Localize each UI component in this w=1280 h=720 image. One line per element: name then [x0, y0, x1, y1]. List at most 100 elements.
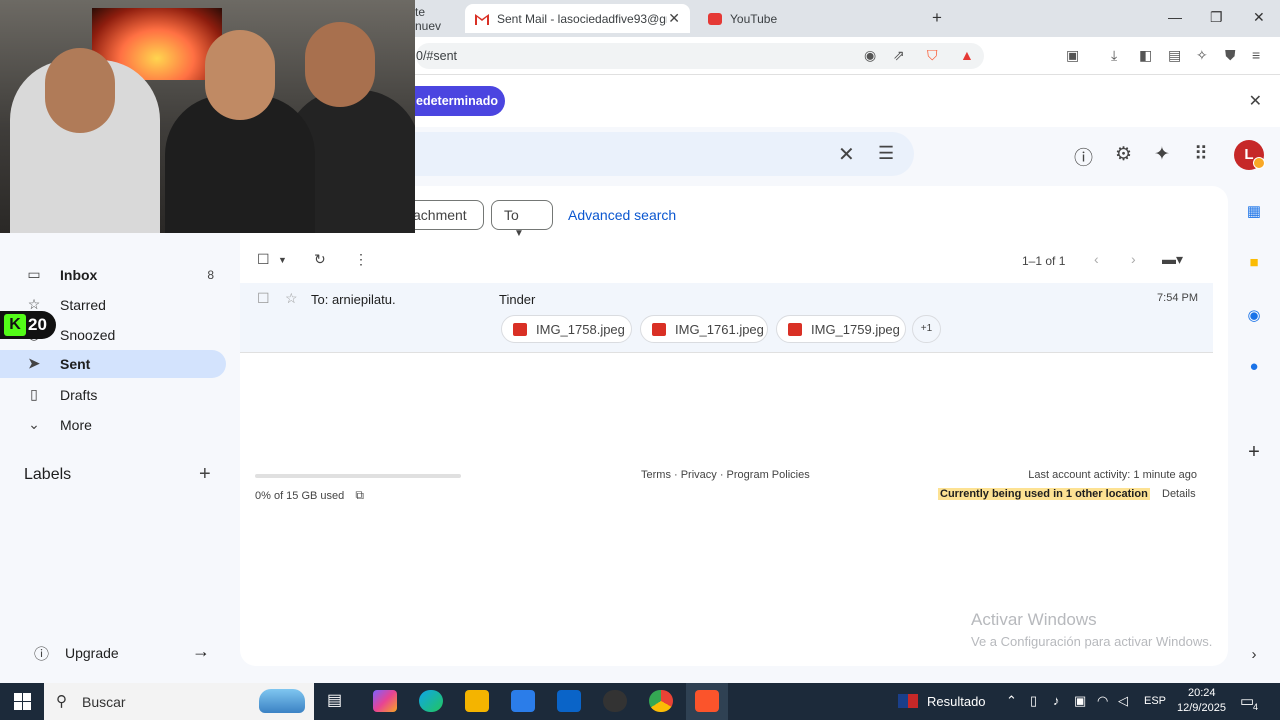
- avatar-alert-badge: [1253, 157, 1265, 169]
- send-icon: ➤: [28, 355, 40, 371]
- clock-time[interactable]: 20:24: [1188, 687, 1216, 699]
- tab-youtube[interactable]: YouTube: [698, 4, 898, 33]
- attachment-name: IMG_1759.jpeg: [811, 322, 900, 337]
- vpn-icon[interactable]: ⛊: [1225, 47, 1236, 64]
- chip-label: To: [504, 207, 519, 223]
- refresh-icon[interactable]: ↻: [314, 251, 326, 268]
- outlook-icon[interactable]: [557, 690, 581, 712]
- language-indicator[interactable]: ESP: [1144, 695, 1166, 707]
- calendar-icon[interactable]: ▦: [1244, 202, 1264, 222]
- clear-search-icon[interactable]: ✕: [838, 142, 855, 167]
- minimize-icon[interactable]: —: [1168, 9, 1182, 25]
- upgrade-icon: ⓘ: [34, 646, 50, 663]
- chevron-down-icon: ⌄: [28, 416, 40, 432]
- add-addon-icon[interactable]: +: [1244, 441, 1264, 463]
- contacts-icon[interactable]: ●: [1244, 358, 1264, 378]
- camera-icon[interactable]: ▣: [1074, 693, 1086, 709]
- sidebar-toggle-icon[interactable]: ◧: [1139, 47, 1152, 64]
- gemini-icon[interactable]: ✦: [1154, 143, 1170, 166]
- select-all-checkbox[interactable]: ☐: [257, 251, 270, 268]
- leo-ai-icon[interactable]: ✧: [1196, 47, 1208, 64]
- gmail-icon: [475, 13, 489, 25]
- share-icon[interactable]: ⇗: [893, 47, 905, 64]
- clock-date[interactable]: 12/9/2025: [1177, 702, 1226, 714]
- sidebar-item-more[interactable]: ⌄ More: [0, 411, 226, 439]
- banner-action-button[interactable]: edeterminado: [400, 86, 505, 116]
- sidebar-item-sent[interactable]: ➤ Sent: [0, 350, 226, 378]
- attachment-chip[interactable]: IMG_1761.jpeg: [640, 315, 768, 343]
- help-icon[interactable]: ⓘ: [1074, 143, 1093, 170]
- labels-heading: Labels: [24, 466, 72, 483]
- wifi-icon[interactable]: ◠: [1097, 693, 1108, 709]
- row-checkbox[interactable]: ☐: [257, 290, 270, 307]
- tasks-icon[interactable]: ◉: [1244, 306, 1264, 326]
- brave-rewards-icon[interactable]: ▲: [960, 47, 974, 63]
- next-page-icon[interactable]: ›: [1131, 251, 1136, 267]
- person-left-head: [45, 48, 115, 133]
- kick-count: 20: [28, 315, 47, 334]
- new-tab-button[interactable]: +: [932, 8, 942, 28]
- window-close-icon[interactable]: ✕: [1253, 9, 1265, 26]
- taskbar-search-placeholder: Buscar: [82, 694, 126, 710]
- tray-usb-icon[interactable]: ▯: [1030, 693, 1037, 709]
- menu-icon[interactable]: ≡: [1252, 47, 1260, 63]
- select-dropdown-icon[interactable]: ▼: [278, 255, 287, 265]
- taskbar-search-input[interactable]: ⚲ Buscar: [44, 683, 314, 720]
- chevron-right-icon[interactable]: ›: [1244, 646, 1264, 666]
- more-attachments-chip[interactable]: +1: [912, 315, 941, 343]
- search-icon: ⚲: [56, 693, 67, 710]
- star-icon[interactable]: ☆: [285, 290, 298, 307]
- sidebar-item-drafts[interactable]: ▯ Drafts: [0, 381, 226, 409]
- download-icon[interactable]: ⤓: [1111, 47, 1117, 64]
- store-icon[interactable]: [511, 690, 535, 712]
- attachment-chip[interactable]: IMG_1759.jpeg: [776, 315, 906, 343]
- weather-widget[interactable]: Resultado: [927, 694, 986, 709]
- settings-gear-icon[interactable]: ⚙: [1115, 143, 1132, 166]
- search-input[interactable]: [380, 132, 914, 176]
- footer-links[interactable]: Terms · Privacy · Program Policies: [641, 469, 810, 481]
- eye-icon[interactable]: ◉: [864, 47, 876, 64]
- microphone-icon[interactable]: ♪: [1053, 693, 1060, 708]
- more-options-icon[interactable]: ⋮: [354, 251, 368, 268]
- attachment-chip[interactable]: IMG_1758.jpeg: [501, 315, 632, 343]
- tab-sent-mail[interactable]: Sent Mail - lasociedadfive93@gm ✕: [465, 4, 690, 33]
- advanced-search-link[interactable]: Advanced search: [568, 207, 676, 223]
- windows-start-icon[interactable]: [14, 693, 31, 710]
- input-tools-icon[interactable]: ▬▾: [1162, 251, 1183, 268]
- tab-label: Sent Mail - lasociedadfive93@gm: [497, 11, 667, 26]
- activate-windows-subtitle: Ve a Configuración para activar Windows.: [971, 634, 1213, 649]
- wallet-icon[interactable]: ▤: [1168, 47, 1181, 64]
- apps-grid-icon[interactable]: ⠿: [1194, 143, 1208, 166]
- maximize-icon[interactable]: ❐: [1210, 9, 1223, 26]
- task-view-icon[interactable]: ▤: [327, 690, 351, 712]
- brave-shield-icon[interactable]: ⛉: [927, 47, 938, 64]
- to-filter-chip[interactable]: To ▼: [491, 200, 553, 239]
- search-options-icon[interactable]: ☰: [878, 143, 894, 164]
- brave-icon[interactable]: [695, 690, 719, 712]
- external-link-icon[interactable]: ⧉: [355, 488, 364, 502]
- sidebar-item-inbox[interactable]: ▭ Inbox 8: [0, 261, 226, 289]
- upgrade-button[interactable]: ⓘ Upgrade →: [20, 638, 220, 666]
- copilot-icon[interactable]: [373, 690, 397, 712]
- obs-icon[interactable]: [603, 690, 627, 712]
- details-link[interactable]: Details: [1162, 488, 1196, 500]
- tray-chevron-up-icon[interactable]: ⌃: [1006, 693, 1017, 709]
- prev-page-icon[interactable]: ‹: [1094, 251, 1099, 267]
- volume-icon[interactable]: ◁: [1118, 693, 1128, 709]
- file-explorer-icon[interactable]: [465, 690, 489, 712]
- storage-usage-text: 0% of 15 GB used: [255, 490, 345, 502]
- edge-icon[interactable]: [419, 690, 443, 712]
- image-icon: [788, 323, 802, 336]
- mail-time: 7:54 PM: [1157, 292, 1198, 304]
- chrome-icon[interactable]: [649, 690, 673, 712]
- youtube-icon: [708, 12, 722, 25]
- tab-label: YouTube: [730, 11, 778, 26]
- kick-logo-icon: K: [4, 314, 26, 336]
- reader-mode-icon[interactable]: ▣: [1066, 47, 1079, 64]
- banner-close-icon[interactable]: ✕: [1249, 91, 1262, 111]
- dropdown-arrow-icon: ▼: [514, 228, 524, 239]
- windows-taskbar: ⚲ Buscar ▤ Resultado ⌃ ▯ ♪ ▣ ◠ ◁ ESP 20:…: [0, 683, 1280, 720]
- tab-close-icon[interactable]: ✕: [668, 10, 680, 27]
- keep-icon[interactable]: ■: [1244, 254, 1264, 274]
- add-label-icon[interactable]: +: [199, 463, 211, 486]
